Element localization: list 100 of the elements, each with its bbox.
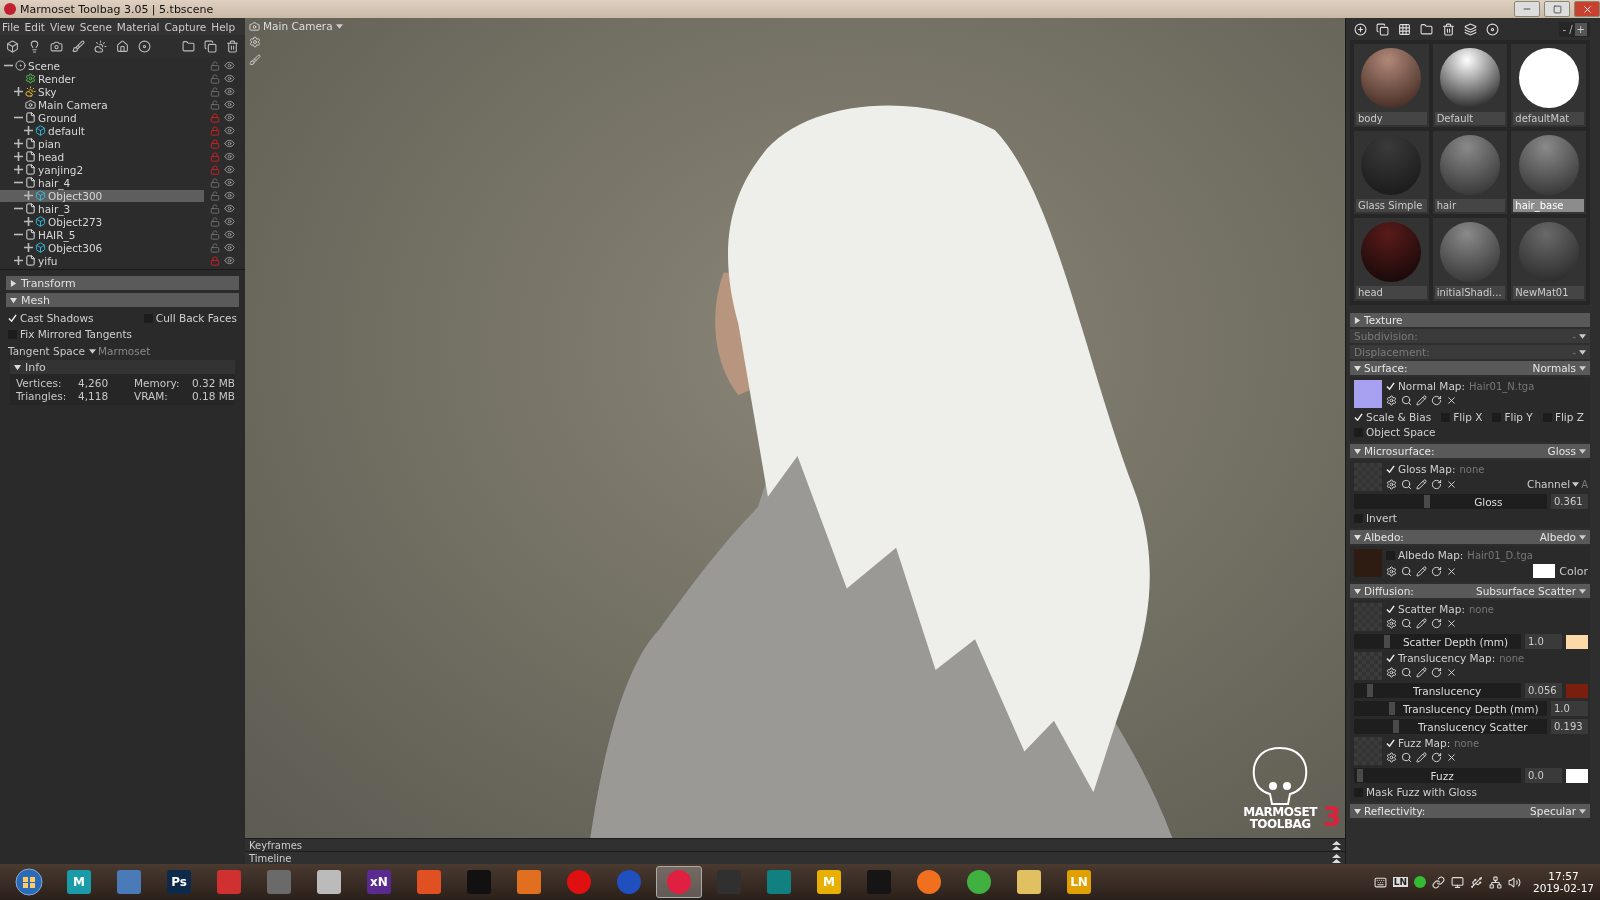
reload-icon[interactable] (1431, 618, 1442, 629)
section-toggle[interactable]: Diffusion: (1354, 585, 1414, 597)
pencil-icon[interactable] (1416, 667, 1427, 678)
mode-dropdown[interactable]: Normals (1532, 362, 1586, 374)
eye-icon[interactable] (224, 190, 235, 201)
eye-icon[interactable] (224, 203, 235, 214)
search-icon[interactable] (1401, 478, 1412, 490)
unlock-icon[interactable] (210, 216, 220, 227)
eye-icon[interactable] (224, 242, 235, 253)
checkbox[interactable]: Mask Fuzz with Gloss (1354, 786, 1477, 798)
close-icon[interactable] (1446, 565, 1457, 577)
taskbar-button[interactable]: Ps (156, 866, 202, 898)
taskbar-button[interactable]: xN (356, 866, 402, 898)
disc-icon[interactable] (138, 39, 151, 53)
value-field[interactable]: 0.0 (1525, 768, 1562, 783)
checkbox[interactable]: Cast Shadows (8, 312, 144, 324)
section-header[interactable]: Mesh (6, 293, 239, 307)
slider[interactable]: Fuzz (1354, 768, 1521, 783)
unlock-icon[interactable] (210, 73, 220, 84)
slider[interactable]: Translucency Depth (mm) (1354, 701, 1547, 716)
unlock-icon[interactable] (210, 242, 220, 253)
network-icon[interactable] (1488, 875, 1502, 889)
channel-dropdown[interactable]: Channel A (1527, 478, 1588, 490)
pencil-icon[interactable] (1416, 395, 1427, 406)
settings-icon[interactable] (1386, 752, 1397, 763)
menu-item[interactable]: Scene (77, 20, 114, 33)
search-icon[interactable] (1401, 618, 1412, 629)
section-toggle[interactable]: Albedo: (1354, 531, 1404, 543)
unlock-icon[interactable] (210, 99, 220, 110)
menu-item[interactable]: Help (209, 20, 238, 33)
mode-dropdown[interactable]: Albedo (1539, 531, 1586, 543)
layers-icon[interactable] (1464, 22, 1477, 36)
close-icon[interactable] (1446, 395, 1457, 406)
menu-item[interactable]: File (0, 20, 22, 33)
minimize-button[interactable] (1514, 1, 1540, 17)
settings-icon[interactable] (1386, 667, 1397, 678)
eye-icon[interactable] (224, 112, 235, 123)
settings-icon[interactable] (1386, 565, 1397, 577)
slider-thumb[interactable] (1392, 720, 1399, 733)
unlock-icon[interactable] (210, 86, 220, 97)
slider[interactable]: Translucency (1354, 683, 1521, 698)
checkbox[interactable]: Scatter Map: (1386, 603, 1465, 615)
unlock-icon[interactable] (210, 203, 220, 214)
material-tile[interactable]: Glass Simple (1354, 131, 1429, 214)
tray-app-icon[interactable]: LN (1392, 877, 1408, 887)
settings-icon[interactable] (1386, 618, 1397, 629)
trash-icon[interactable] (1442, 22, 1455, 36)
add-icon[interactable] (1354, 22, 1367, 36)
next-button[interactable]: + (1574, 22, 1587, 36)
material-tile[interactable]: hair (1432, 131, 1508, 214)
pencil-icon[interactable] (1416, 478, 1427, 490)
trash-icon[interactable] (226, 39, 239, 53)
reload-icon[interactable] (1431, 395, 1442, 406)
slider-thumb[interactable] (1357, 769, 1364, 782)
timeline-bar[interactable]: Timeline (245, 851, 1345, 864)
menu-item[interactable]: View (47, 20, 77, 33)
search-icon[interactable] (1401, 667, 1412, 678)
eye-icon[interactable] (224, 216, 235, 227)
material-tile[interactable]: defaultMat (1511, 44, 1586, 127)
tree-item[interactable]: yanjing2 (0, 163, 204, 176)
double-up-icon[interactable] (1332, 853, 1341, 863)
expand-icon[interactable] (14, 256, 23, 265)
checkbox[interactable]: Flip X (1441, 411, 1483, 423)
checkbox[interactable]: Scale & Bias (1354, 411, 1432, 423)
value-field[interactable]: 0.193 (1551, 719, 1588, 734)
menu-item[interactable]: Material (114, 20, 162, 33)
usb-icon[interactable] (1469, 875, 1483, 889)
search-icon[interactable] (1401, 752, 1412, 763)
grid-icon[interactable] (1398, 22, 1411, 36)
tree-item[interactable]: yifu (0, 254, 204, 267)
checkbox[interactable]: Fix Mirrored Tangents (8, 328, 144, 340)
checkbox[interactable]: Albedo Map: (1386, 549, 1464, 561)
material-tile[interactable]: head (1354, 218, 1429, 301)
double-up-icon[interactable] (1332, 840, 1341, 850)
color-swatch[interactable] (1566, 683, 1588, 698)
value-field[interactable]: 1.0 (1551, 701, 1588, 716)
tree-item[interactable]: HAIR_5 (0, 228, 204, 241)
tree-item[interactable]: Ground (0, 111, 204, 124)
reload-icon[interactable] (1431, 478, 1442, 490)
checkbox[interactable]: Flip Y (1492, 411, 1533, 423)
camera-dropdown[interactable]: Main Camera (249, 20, 343, 32)
value-field[interactable]: 1.0 (1525, 634, 1562, 649)
reload-icon[interactable] (1431, 752, 1442, 763)
map-thumbnail[interactable] (1354, 549, 1382, 577)
reload-icon[interactable] (1431, 667, 1442, 678)
duplicate-icon[interactable] (1376, 22, 1389, 36)
section-toggle[interactable]: Texture (1354, 314, 1403, 326)
eye-icon[interactable] (224, 86, 235, 97)
slider[interactable]: Scatter Depth (mm) (1354, 634, 1521, 649)
cube-icon[interactable] (6, 39, 19, 53)
expand-icon[interactable] (14, 152, 23, 161)
brush-icon[interactable] (72, 39, 85, 53)
search-icon[interactable] (1401, 565, 1412, 577)
dropdown[interactable]: Marmoset (89, 345, 151, 357)
slider[interactable]: Gloss (1354, 494, 1547, 509)
camera-icon[interactable] (50, 39, 63, 53)
close-icon[interactable] (1446, 667, 1457, 678)
tree-item[interactable]: Object300 (0, 189, 204, 202)
checkbox[interactable]: Gloss Map: (1386, 463, 1456, 475)
color-swatch[interactable] (1566, 634, 1588, 649)
